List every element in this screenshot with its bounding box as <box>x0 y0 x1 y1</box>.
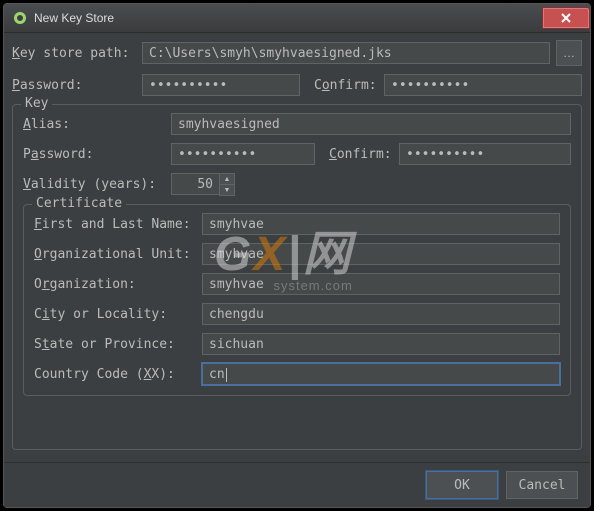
ok-button[interactable]: OK <box>426 471 498 499</box>
first-last-input[interactable]: smyhvae <box>202 213 560 235</box>
store-confirm-input[interactable]: •••••••••• <box>384 74 582 96</box>
key-confirm-label: Confirm: <box>329 147 399 162</box>
key-confirm-input[interactable]: •••••••••• <box>399 143 571 165</box>
alias-row: Alias: smyhvaesigned <box>23 113 571 135</box>
org-unit-row: Organizational Unit: smyhvae <box>34 243 560 265</box>
window-title: New Key Store <box>34 11 114 25</box>
store-confirm-label: Confirm: <box>314 78 384 93</box>
store-password-row: Password: •••••••••• Confirm: •••••••••• <box>12 74 582 96</box>
dialog-window: New Key Store Key store path: C:\Users\s… <box>3 3 591 508</box>
alias-label: Alias: <box>23 117 171 132</box>
validity-row: Validity (years): 50 ▲ ▼ <box>23 173 571 196</box>
keystore-path-label: Key store path: <box>12 46 142 61</box>
certificate-legend: Certificate <box>32 196 126 211</box>
title-bar: New Key Store <box>4 4 590 33</box>
key-password-input[interactable]: •••••••••• <box>171 143 315 165</box>
keystore-path-input[interactable]: C:\Users\smyh\smyhvaesigned.jks <box>142 42 550 64</box>
state-label: State or Province: <box>34 337 202 352</box>
browse-path-button[interactable]: … <box>556 40 582 66</box>
store-password-label: Password: <box>12 78 142 93</box>
org-unit-label: Organizational Unit: <box>34 247 202 262</box>
validity-label: Validity (years): <box>23 177 171 192</box>
spinner-up-button[interactable]: ▲ <box>220 174 234 185</box>
keystore-path-row: Key store path: C:\Users\smyh\smyhvaesig… <box>12 40 582 66</box>
city-label: City or Locality: <box>34 307 202 322</box>
validity-input[interactable]: 50 <box>171 173 219 195</box>
key-password-label: Password: <box>23 147 171 162</box>
cancel-button[interactable]: Cancel <box>506 471 578 499</box>
key-password-row: Password: •••••••••• Confirm: •••••••••• <box>23 143 571 165</box>
spinner-buttons: ▲ ▼ <box>219 173 235 196</box>
state-input[interactable]: sichuan <box>202 333 560 355</box>
org-unit-input[interactable]: smyhvae <box>202 243 560 265</box>
org-label: Organization: <box>34 277 202 292</box>
org-input[interactable]: smyhvae <box>202 273 560 295</box>
store-password-input[interactable]: •••••••••• <box>142 74 300 96</box>
close-button[interactable] <box>542 7 590 29</box>
country-input-text: cn <box>209 367 225 382</box>
text-caret <box>226 368 227 382</box>
close-icon <box>561 13 571 23</box>
key-group-legend: Key <box>21 96 52 111</box>
country-row: Country Code (XX): cn <box>34 363 560 385</box>
first-last-row: First and Last Name: smyhvae <box>34 213 560 235</box>
dialog-footer: OK Cancel <box>4 462 590 507</box>
city-input[interactable]: chengdu <box>202 303 560 325</box>
app-icon <box>12 10 28 26</box>
city-row: City or Locality: chengdu <box>34 303 560 325</box>
alias-input[interactable]: smyhvaesigned <box>171 113 571 135</box>
country-label: Country Code (XX): <box>34 367 202 382</box>
org-row: Organization: smyhvae <box>34 273 560 295</box>
dialog-body: Key store path: C:\Users\smyh\smyhvaesig… <box>12 40 582 459</box>
key-group: Key Alias: smyhvaesigned Password: •••••… <box>12 104 582 450</box>
certificate-group: Certificate First and Last Name: smyhvae… <box>23 204 571 396</box>
state-row: State or Province: sichuan <box>34 333 560 355</box>
country-input[interactable]: cn <box>202 363 560 385</box>
spinner-down-button[interactable]: ▼ <box>220 185 234 195</box>
validity-spinner[interactable]: 50 ▲ ▼ <box>171 173 235 196</box>
first-last-label: First and Last Name: <box>34 217 202 232</box>
